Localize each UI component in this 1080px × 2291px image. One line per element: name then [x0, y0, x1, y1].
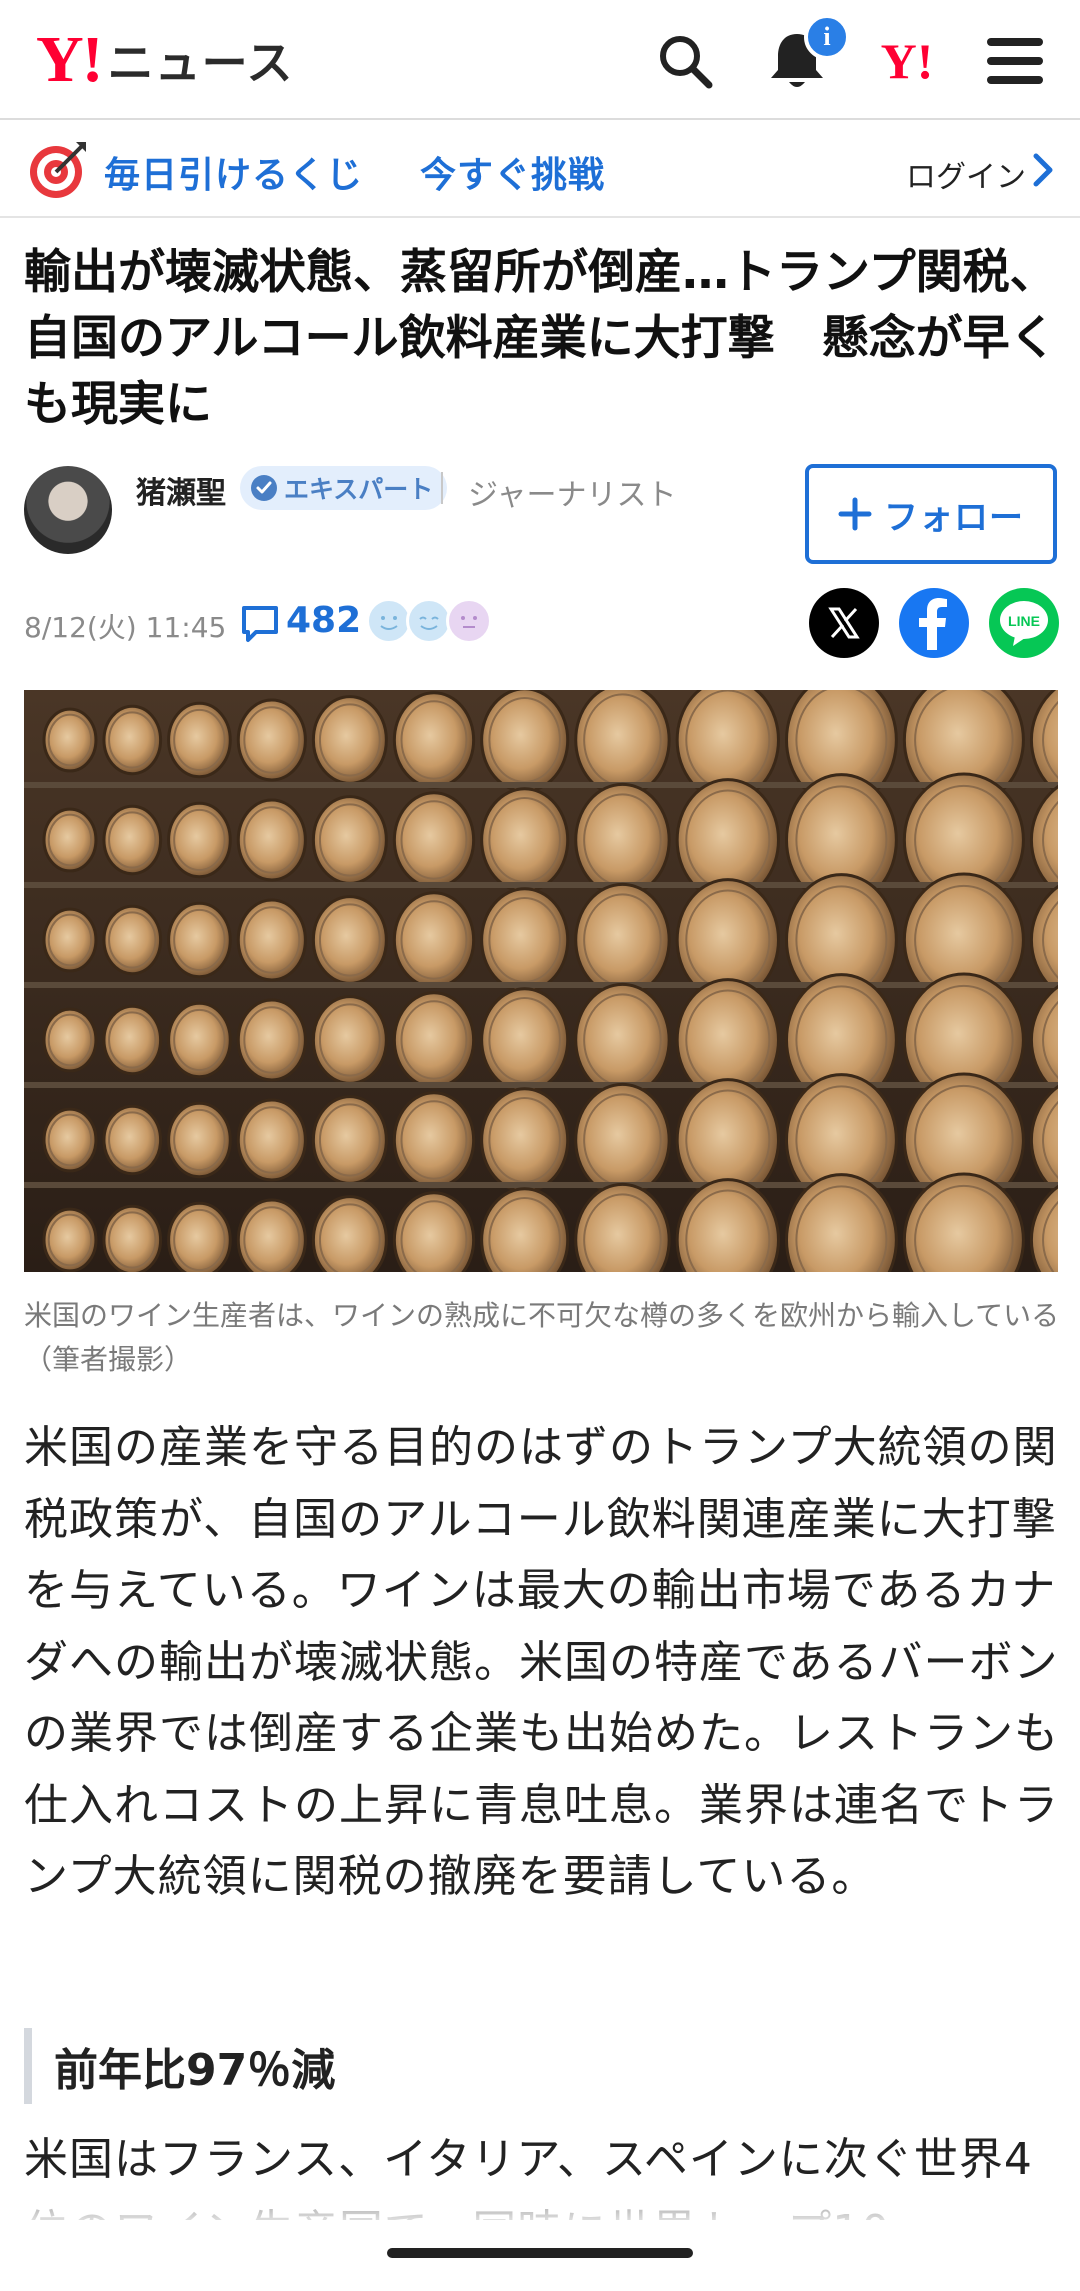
- barrel-shape: [480, 787, 570, 893]
- barrel-shape: [42, 707, 98, 773]
- author-name[interactable]: 猪瀬聖: [136, 468, 226, 512]
- search-icon[interactable]: [650, 26, 720, 96]
- follow-button-label: フォロー: [884, 497, 1024, 538]
- target-icon: [26, 138, 90, 202]
- barrel-shape: [392, 691, 476, 789]
- barrel-shape: [392, 891, 476, 989]
- barrel-shape: [42, 1107, 98, 1173]
- follow-button[interactable]: フォロー: [805, 464, 1057, 564]
- barrel-shape: [480, 887, 570, 993]
- barrel-shape: [167, 1101, 232, 1179]
- bottom-fade: [0, 2200, 1080, 2291]
- share-facebook-button[interactable]: [899, 588, 969, 658]
- article-title: 輸出が壊滅状態、蒸留所が倒産…トランプ関税、自国のアルコール飲料産業に大打撃 懸…: [24, 245, 1057, 432]
- expert-badge-label: エキスパート: [284, 475, 434, 504]
- logo-y: Y!: [36, 23, 104, 96]
- image-caption: 米国のワイン生産者は、ワインの熟成に不可欠な樽の多くを欧州から輸入している（筆者…: [24, 1299, 1060, 1376]
- barrel-shape: [167, 801, 232, 879]
- barrel-shape: [392, 1091, 476, 1189]
- reaction-icon: [446, 598, 492, 644]
- barrel-shape: [167, 1201, 232, 1272]
- barrel-shape: [392, 991, 476, 1089]
- barrel-shape: [236, 1198, 307, 1272]
- lottery-promo-bar[interactable]: 毎日引けるくじ 今すぐ挑戦 ログイン: [0, 122, 1080, 218]
- barrel-shape: [480, 690, 570, 793]
- barrel-shape: [236, 1098, 307, 1182]
- barrel-shape: [480, 1187, 570, 1272]
- barrel-shape: [102, 904, 163, 976]
- article-hero-image[interactable]: [24, 690, 1058, 1272]
- barrel-shape: [236, 898, 307, 982]
- barrel-shape: [42, 1007, 98, 1073]
- barrel-shape: [574, 782, 671, 898]
- line-icon: LINE: [1000, 601, 1048, 646]
- share-line-button[interactable]: LINE: [989, 588, 1059, 658]
- barrel-shape: [574, 1082, 671, 1198]
- article-lead-paragraph: 米国の産業を守る目的のはずのトランプ大統領の関税政策が、自国のアルコール飲料関連…: [24, 1422, 1059, 1902]
- notification-badge: i: [804, 14, 850, 60]
- barrel-shape: [167, 901, 232, 979]
- author-role: ジャーナリスト: [468, 478, 677, 513]
- barrel-shape: [311, 895, 388, 985]
- barrel-shape: [102, 704, 163, 776]
- yahoo-news-logo[interactable]: Y! ニュース: [36, 22, 293, 98]
- barrel-shape: [392, 791, 476, 889]
- expert-badge: エキスパート: [240, 466, 448, 510]
- rack-rail: [24, 1182, 1058, 1188]
- barrel-shape: [42, 807, 98, 873]
- publish-date: 8/12(火) 11:45: [24, 611, 227, 644]
- divider: [441, 472, 443, 504]
- rack-rail: [24, 782, 1058, 788]
- wine-barrels-photo: [24, 690, 1058, 1272]
- author-avatar[interactable]: [24, 466, 112, 554]
- barrel-shape: [574, 690, 671, 798]
- barrel-shape: [102, 804, 163, 876]
- barrel-shape: [167, 1001, 232, 1079]
- barrel-shape: [574, 982, 671, 1098]
- rack-rail: [24, 982, 1058, 988]
- barrel-shape: [42, 907, 98, 973]
- barrel-shape: [311, 1095, 388, 1185]
- promo-text: 毎日引けるくじ: [104, 155, 364, 196]
- verified-check-icon: [251, 475, 277, 501]
- barrel-shape: [236, 798, 307, 882]
- barrel-shape: [311, 795, 388, 885]
- chevron-right-icon: [1028, 152, 1058, 188]
- barrel-shape: [480, 987, 570, 1093]
- menu-icon[interactable]: [980, 26, 1050, 96]
- yahoo-account-icon[interactable]: Y!: [872, 26, 942, 96]
- comment-icon[interactable]: [240, 604, 280, 644]
- share-x-button[interactable]: [809, 588, 879, 658]
- comment-count[interactable]: 482: [286, 600, 361, 641]
- line-icon-label: LINE: [1008, 613, 1040, 629]
- barrel-shape: [574, 882, 671, 998]
- barrel-shape: [236, 698, 307, 782]
- rack-rail: [24, 1082, 1058, 1088]
- facebook-icon: [919, 598, 947, 650]
- home-indicator[interactable]: [387, 2248, 693, 2258]
- barrel-shape: [311, 995, 388, 1085]
- barrel-shape: [311, 695, 388, 785]
- login-link[interactable]: ログイン: [906, 152, 1026, 196]
- barrel-shape: [42, 1207, 98, 1272]
- barrel-shape: [102, 1204, 163, 1272]
- barrel-shape: [167, 701, 232, 779]
- x-icon: [828, 607, 860, 639]
- logo-news-label: ニュース: [107, 36, 294, 90]
- barrel-shape: [102, 1004, 163, 1076]
- section-heading: 前年比97％減: [24, 2028, 335, 2104]
- plus-icon: [838, 497, 872, 531]
- barrel-shape: [102, 1104, 163, 1176]
- barrel-shape: [480, 1087, 570, 1193]
- section-heading-text: 前年比97％減: [54, 2045, 336, 2096]
- promo-cta-link[interactable]: 今すぐ挑戦: [420, 146, 605, 198]
- rack-rail: [24, 882, 1058, 888]
- app-header: Y! ニュース i Y!: [0, 0, 1080, 120]
- reaction-summary[interactable]: [366, 598, 496, 648]
- barrel-shape: [236, 998, 307, 1082]
